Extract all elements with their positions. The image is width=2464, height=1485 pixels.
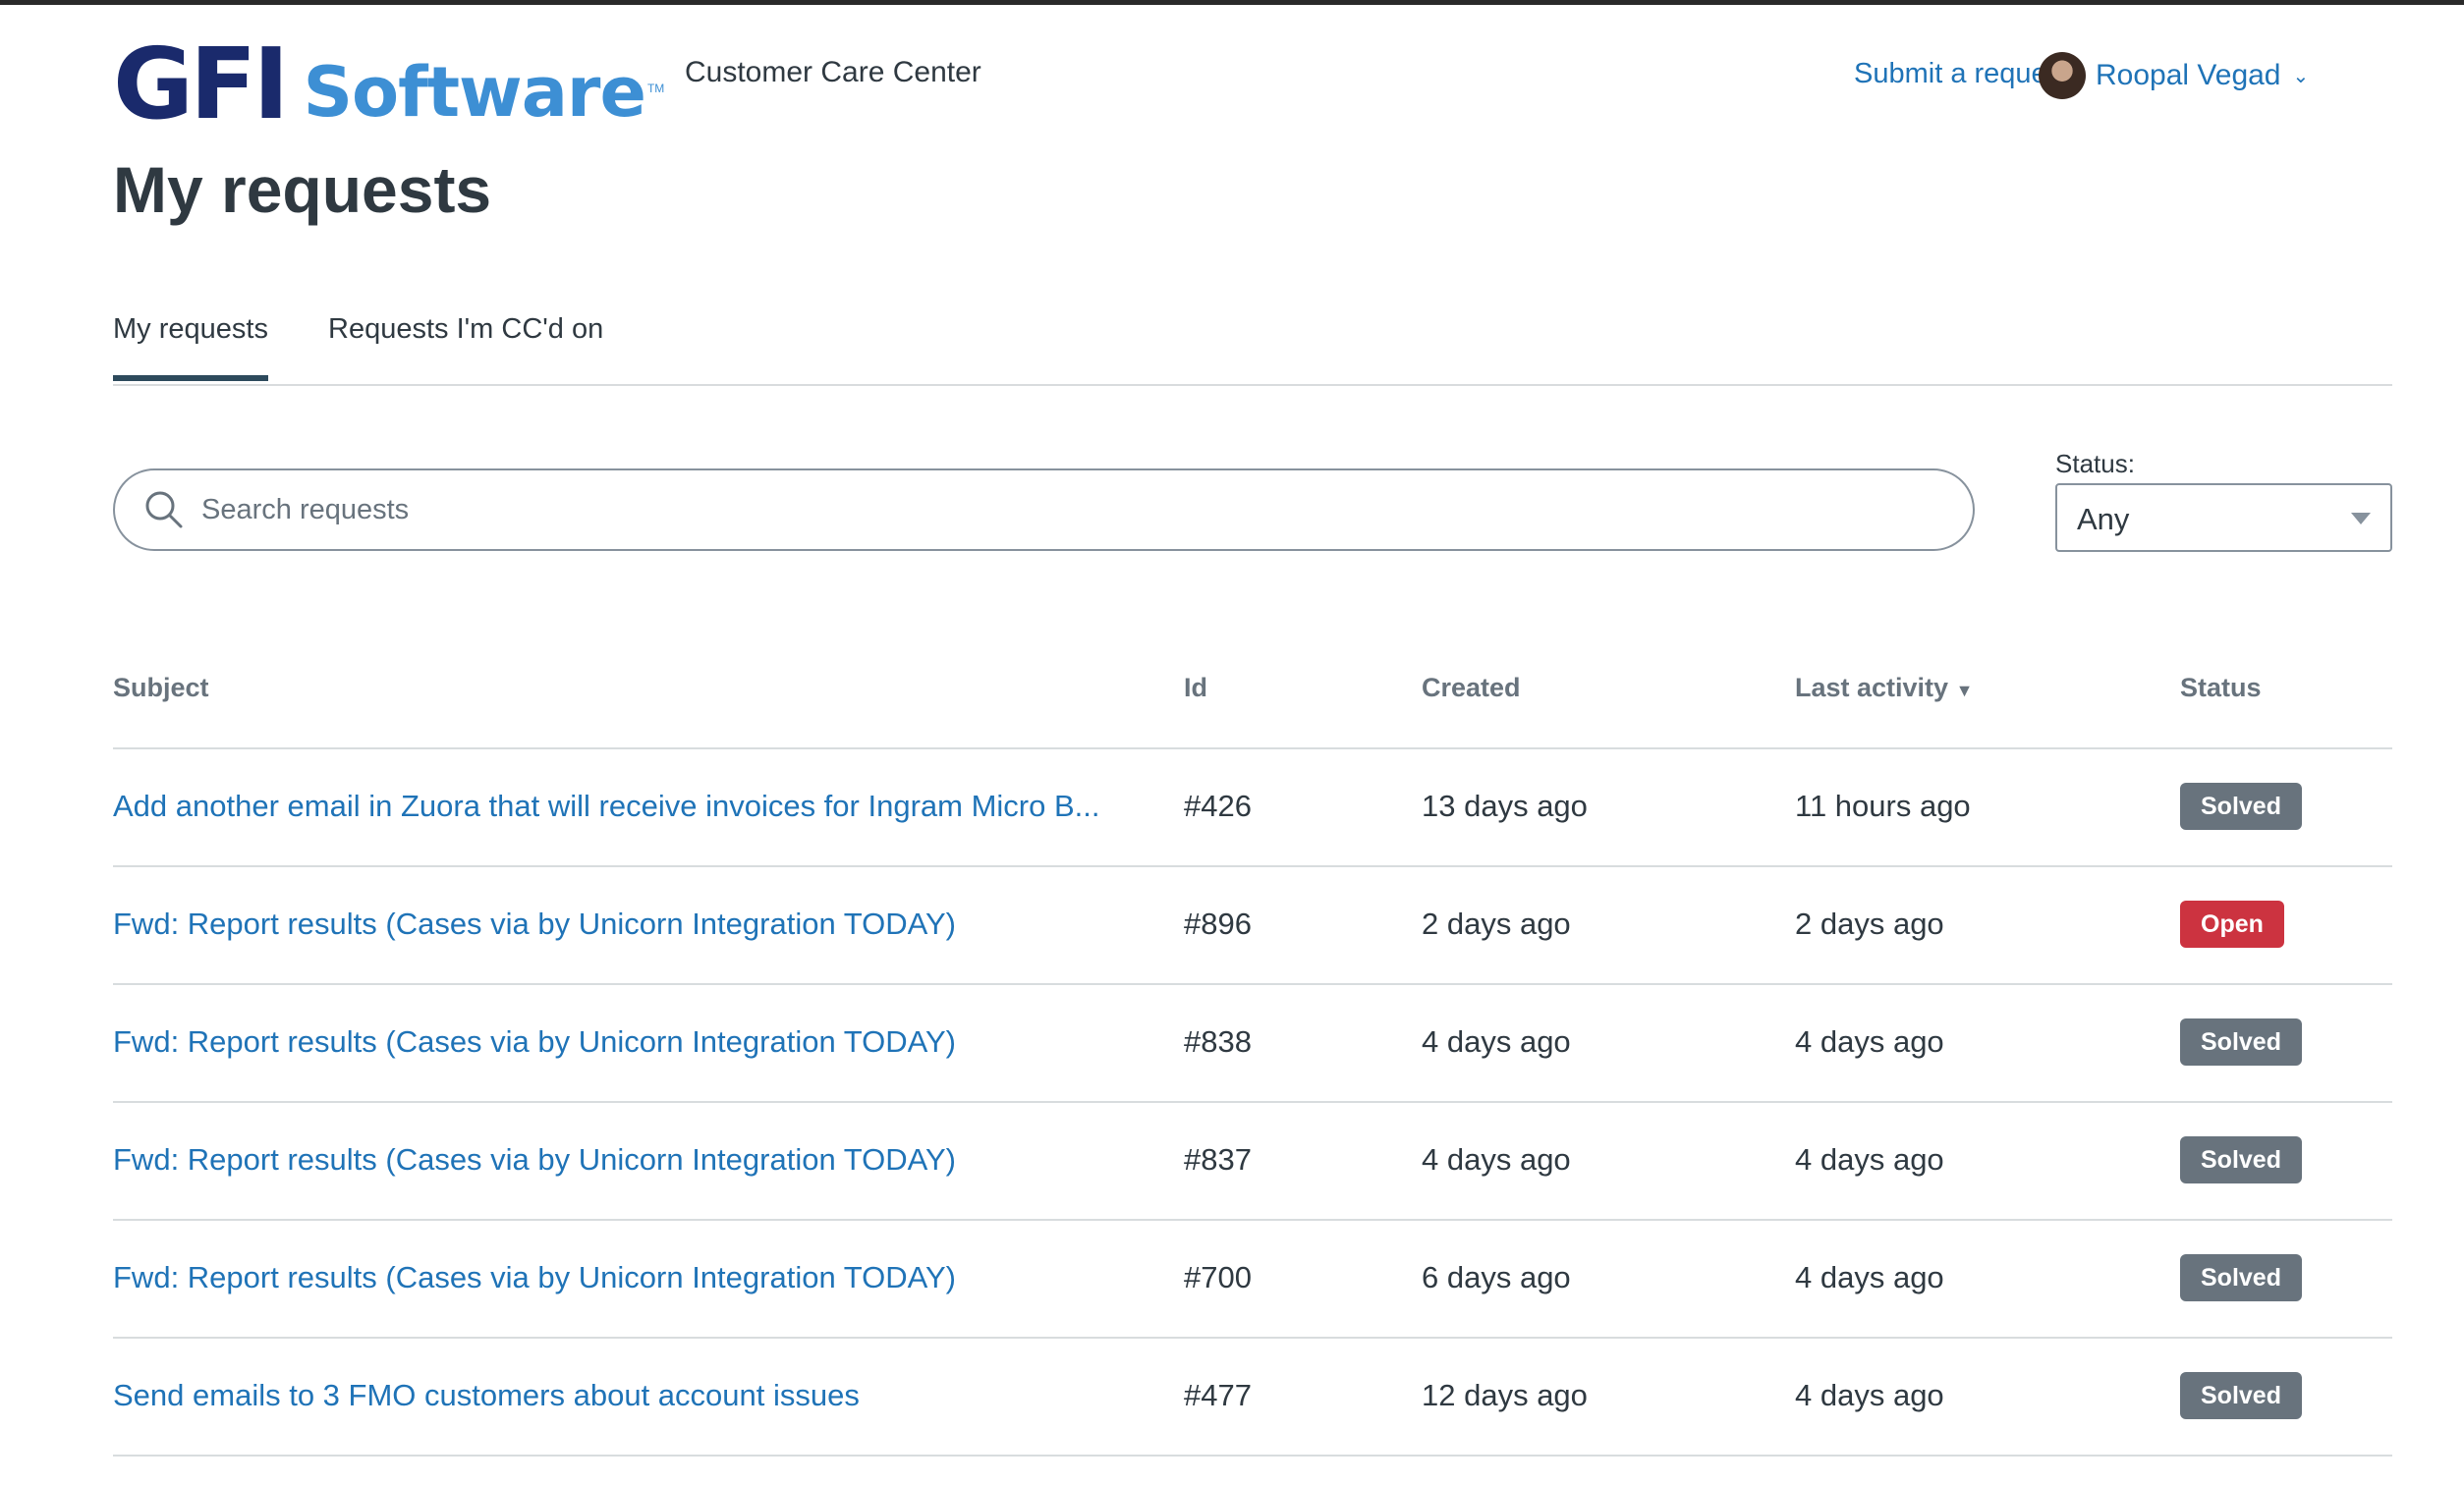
status-filter-select[interactable]: Any <box>2055 483 2392 552</box>
sort-descending-icon: ▼ <box>1955 681 1974 700</box>
site-header: GFI Software TM Customer Care Center Sub… <box>113 27 2392 141</box>
avatar[interactable] <box>2039 52 2086 99</box>
user-name: Roopal Vegad <box>2096 59 2281 91</box>
request-last-activity: 2 days ago <box>1795 907 1944 941</box>
request-subject-link[interactable]: Fwd: Report results (Cases via by Unicor… <box>113 1024 956 1060</box>
status-filter-label: Status: <box>2055 449 2135 478</box>
user-menu[interactable]: Roopal Vegad ⌄ <box>2039 52 2309 99</box>
submit-request-link[interactable]: Submit a request <box>1854 58 2069 90</box>
request-created: 2 days ago <box>1422 907 1571 941</box>
request-id: #700 <box>1184 1260 1252 1294</box>
column-header-subject[interactable]: Subject <box>113 673 209 703</box>
request-subject-link[interactable]: Fwd: Report results (Cases via by Unicor… <box>113 1142 956 1178</box>
request-created: 13 days ago <box>1422 789 1588 823</box>
column-header-id[interactable]: Id <box>1184 673 1207 703</box>
request-tabs: My requests Requests I'm CC'd on <box>113 300 2392 386</box>
table-row: Fwd: Report results (Cases via by Unicor… <box>113 1221 2392 1339</box>
request-created: 12 days ago <box>1422 1378 1588 1412</box>
column-header-last-activity-label: Last activity <box>1795 673 1949 702</box>
column-header-status[interactable]: Status <box>2180 673 2262 703</box>
request-subject-link[interactable]: Fwd: Report results (Cases via by Unicor… <box>113 1260 956 1295</box>
table-row: Fwd: Report results (Cases via by Unicor… <box>113 1103 2392 1221</box>
search-icon <box>145 491 183 528</box>
request-id: #896 <box>1184 907 1252 941</box>
search-input[interactable] <box>199 492 1874 527</box>
search-box[interactable] <box>113 468 1975 551</box>
request-subject-link[interactable]: Add another email in Zuora that will rec… <box>113 789 1099 824</box>
request-last-activity: 4 days ago <box>1795 1142 1944 1177</box>
request-id: #426 <box>1184 789 1252 823</box>
table-row: Send emails to 3 FMO customers about acc… <box>113 1339 2392 1457</box>
status-badge: Open <box>2180 901 2284 948</box>
tab-my-requests[interactable]: My requests <box>113 313 268 381</box>
table-row: Fwd: Report results (Cases via by Unicor… <box>113 867 2392 985</box>
request-last-activity: 4 days ago <box>1795 1260 1944 1294</box>
request-id: #837 <box>1184 1142 1252 1177</box>
status-badge: Solved <box>2180 1254 2302 1301</box>
status-badge: Solved <box>2180 783 2302 830</box>
table-header: Subject Id Created Last activity ▼ Statu… <box>113 653 2392 749</box>
column-header-last-activity[interactable]: Last activity ▼ <box>1795 673 1973 703</box>
chevron-down-icon: ⌄ <box>2292 65 2310 87</box>
status-badge: Solved <box>2180 1372 2302 1419</box>
logo-trademark: TM <box>646 82 665 95</box>
page-title: My requests <box>113 153 492 226</box>
request-last-activity: 4 days ago <box>1795 1378 1944 1412</box>
logo-software-text: Software <box>303 52 646 133</box>
request-created: 4 days ago <box>1422 1142 1571 1177</box>
request-last-activity: 11 hours ago <box>1795 789 1971 823</box>
status-filter-value: Any <box>2077 502 2130 536</box>
request-subject-link[interactable]: Send emails to 3 FMO customers about acc… <box>113 1378 860 1413</box>
status-badge: Solved <box>2180 1018 2302 1066</box>
dropdown-caret-icon <box>2351 513 2371 524</box>
request-subject-link[interactable]: Fwd: Report results (Cases via by Unicor… <box>113 907 956 942</box>
table-row: Add another email in Zuora that will rec… <box>113 749 2392 867</box>
table-row: Fwd: Report results (Cases via by Unicor… <box>113 985 2392 1103</box>
column-header-created[interactable]: Created <box>1422 673 1521 703</box>
gfi-software-logo[interactable]: GFI Software TM <box>113 27 665 141</box>
requests-table: Subject Id Created Last activity ▼ Statu… <box>113 653 2392 1457</box>
tab-requests-cc[interactable]: Requests I'm CC'd on <box>328 313 603 375</box>
request-id: #477 <box>1184 1378 1252 1412</box>
request-id: #838 <box>1184 1024 1252 1059</box>
request-created: 6 days ago <box>1422 1260 1571 1294</box>
request-last-activity: 4 days ago <box>1795 1024 1944 1059</box>
customer-care-center-label[interactable]: Customer Care Center <box>685 56 981 89</box>
status-badge: Solved <box>2180 1136 2302 1183</box>
logo-gfi-text: GFI <box>113 27 290 141</box>
request-created: 4 days ago <box>1422 1024 1571 1059</box>
